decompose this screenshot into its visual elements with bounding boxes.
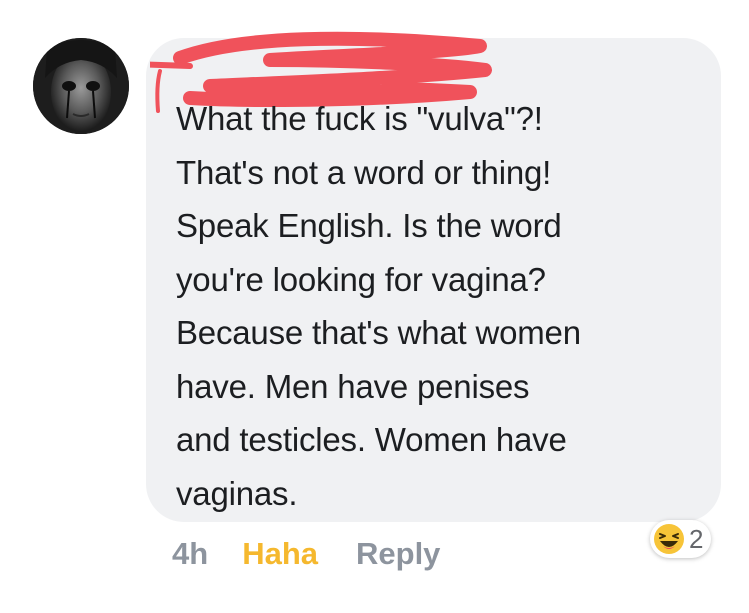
comment-line: Speak English. Is the word	[176, 207, 562, 244]
haha-button[interactable]: Haha	[242, 536, 318, 572]
comment-line: and testicles. Women have	[176, 421, 567, 458]
comment-line: What the fuck is "vulva"?!	[176, 100, 543, 137]
avatar-photo-icon	[33, 38, 129, 134]
comment-actions: 4h Haha Reply	[172, 534, 440, 574]
comment-line: have. Men have penises	[176, 367, 530, 405]
comment-line: That's not a word or thing!	[176, 153, 552, 191]
reaction-summary[interactable]: 2	[650, 520, 712, 558]
comment-line: you're looking for vagina?	[176, 260, 546, 298]
reaction-count: 2	[689, 523, 704, 554]
comment-text: What the fuck is "vulva"?! That's not a …	[176, 92, 716, 520]
avatar[interactable]	[33, 38, 129, 134]
comment-line: Because that's what women	[176, 314, 581, 351]
reply-button[interactable]: Reply	[356, 536, 440, 572]
comment-screenshot: What the fuck is "vulva"?! That's not a …	[0, 0, 749, 613]
comment-line: vaginas.	[176, 474, 298, 512]
timestamp[interactable]: 4h	[172, 536, 208, 572]
laughing-face-icon	[654, 524, 684, 554]
